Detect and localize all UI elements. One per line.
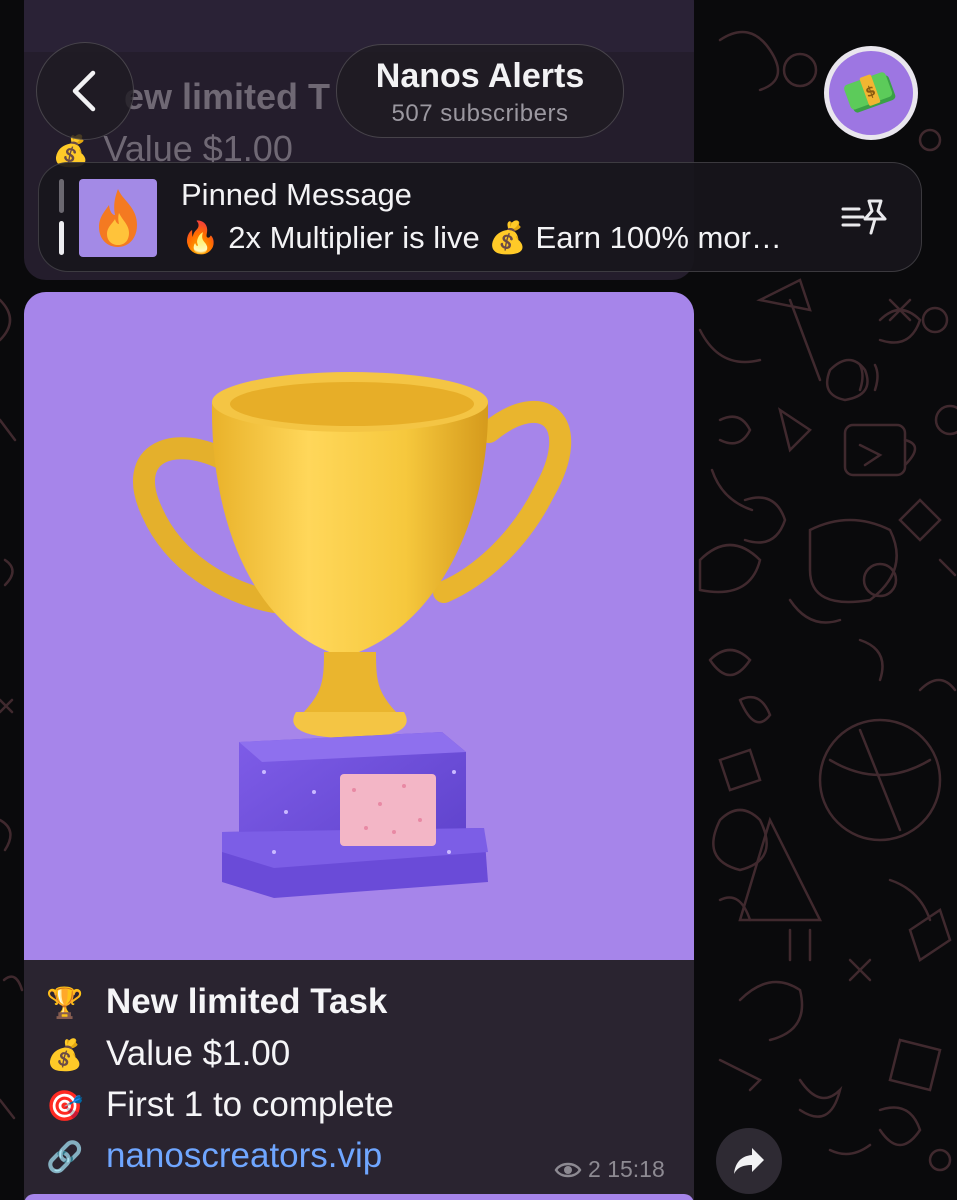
chevron-left-icon [72,70,96,112]
money-stack-icon: $ [844,72,896,113]
target-emoji: 🎯 [46,1090,84,1123]
share-arrow-icon [734,1148,764,1174]
message-meta: 2 15:18 [554,1156,665,1183]
back-button[interactable] [36,42,134,140]
view-count: 2 [588,1156,601,1182]
money-bag-emoji: 💰 [46,1039,84,1072]
pinned-preview-text: 🔥 2x Multiplier is live 💰 Earn 100% mor… [181,220,782,255]
caption-line-value: 💰 Value $1.00 [46,1034,291,1073]
trophy-image [133,372,572,898]
share-button[interactable] [716,1128,782,1194]
channel-title-button[interactable]: Nanos Alerts 507 subscribers [336,44,624,138]
channel-avatar[interactable]: $ [824,46,918,140]
channel-name: Nanos Alerts [375,57,585,95]
pinned-message-bar[interactable]: Pinned Message 🔥 2x Multiplier is live 💰… [38,162,922,272]
eye-icon [554,1162,582,1177]
pinned-thumbnail [79,179,157,257]
fire-icon [99,189,137,247]
message-bubble[interactable]: 🏆 New limited Task 💰 Value $1.00 🎯 First 1 … [24,292,694,1200]
previous-message-title: ew limited T [124,76,331,117]
caption-line-link: 🔗 nanoscreators.vip [46,1136,382,1176]
telegram-channel-screen: ew limited T 💰 Value $1.00 Nanos Alerts 5… [0,0,957,1200]
trophy-emoji: 🏆 [46,987,84,1020]
pin-position-indicator-active [59,221,64,255]
pinned-title: Pinned Message [181,177,412,212]
caption-line-title: 🏆 New limited Task [46,982,388,1021]
pin-position-indicator [59,179,64,213]
link-emoji: 🔗 [46,1141,84,1174]
subscriber-count: 507 subscribers [391,100,569,127]
caption-line-limit: 🎯 First 1 to complete [46,1085,394,1124]
next-message-bubble-edge [24,1194,694,1200]
website-link[interactable]: nanoscreators.vip [106,1136,382,1175]
pin-list-icon[interactable] [841,197,889,237]
message-photo[interactable] [24,292,694,960]
previous-message-photo-edge [24,0,694,52]
message-time: 15:18 [607,1156,665,1182]
